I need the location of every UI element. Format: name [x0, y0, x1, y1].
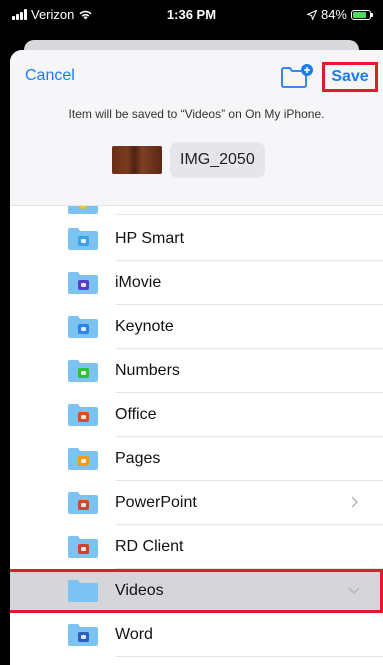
- folder-label: Videos: [115, 582, 164, 599]
- chevron-down-icon[interactable]: [347, 583, 361, 597]
- folder-icon: [68, 448, 98, 470]
- status-bar: Verizon 1:36 PM 84%: [0, 0, 383, 30]
- folder-icon: [68, 272, 98, 294]
- file-name-field[interactable]: IMG_2050: [170, 142, 265, 178]
- folder-row-hp-smart[interactable]: HP Smart: [10, 217, 383, 261]
- file-preview: IMG_2050: [112, 142, 265, 178]
- folder-label: RD Client: [115, 538, 184, 555]
- save-button[interactable]: Save: [322, 62, 378, 92]
- partial-folder-row: [10, 205, 383, 215]
- folder-row-rd-client[interactable]: RD Client: [10, 525, 383, 569]
- folder-icon: [68, 205, 98, 214]
- folder-icon: [68, 536, 98, 558]
- folder-label: iMovie: [115, 274, 162, 291]
- folder-row-imovie[interactable]: iMovie: [10, 261, 383, 305]
- folder-label: Pages: [115, 450, 161, 467]
- new-folder-icon[interactable]: [280, 63, 314, 89]
- folder-icon: [68, 360, 98, 382]
- folder-icon: [68, 228, 98, 250]
- video-thumbnail: [112, 146, 162, 174]
- folder-row-numbers[interactable]: Numbers: [10, 349, 383, 393]
- folder-icon: [68, 404, 98, 426]
- folder-label: Keynote: [115, 318, 174, 335]
- cancel-button[interactable]: Cancel: [25, 67, 75, 85]
- folder-row-powerpoint[interactable]: PowerPoint: [10, 481, 383, 525]
- folder-icon: [68, 624, 98, 646]
- battery-icon: [351, 9, 373, 20]
- screen: Verizon 1:36 PM 84% Cancel Save Item wil…: [0, 0, 383, 665]
- battery-level: [353, 11, 367, 18]
- location-arrow-icon: [306, 9, 317, 20]
- folder-row-videos[interactable]: Videos: [10, 569, 383, 613]
- status-right: 84%: [306, 7, 373, 22]
- chevron-right-icon[interactable]: [347, 495, 361, 509]
- folder-row-word[interactable]: Word: [10, 613, 383, 657]
- folder-label: Numbers: [115, 362, 180, 379]
- battery-percent: 84%: [320, 7, 347, 22]
- folder-label: PowerPoint: [115, 494, 197, 511]
- folder-icon: [68, 580, 98, 602]
- save-destination-message: Item will be saved to “Videos” on On My …: [68, 107, 325, 121]
- row-divider: [115, 656, 383, 657]
- folder-label: HP Smart: [115, 230, 185, 247]
- folder-icon: [68, 316, 98, 338]
- folder-row-pages[interactable]: Pages: [10, 437, 383, 481]
- sheet-header: Cancel Save Item will be saved to “Video…: [10, 50, 383, 206]
- folder-row-office[interactable]: Office: [10, 393, 383, 437]
- save-sheet: Cancel Save Item will be saved to “Video…: [10, 50, 383, 665]
- selection-highlight: [10, 569, 383, 613]
- folder-label: Word: [115, 626, 153, 643]
- folder-label: Office: [115, 406, 157, 423]
- folder-list: HP Smart iMovie Keynote Numbers Office Pages P…: [10, 205, 383, 665]
- folder-icon: [68, 492, 98, 514]
- folder-row-keynote[interactable]: Keynote: [10, 305, 383, 349]
